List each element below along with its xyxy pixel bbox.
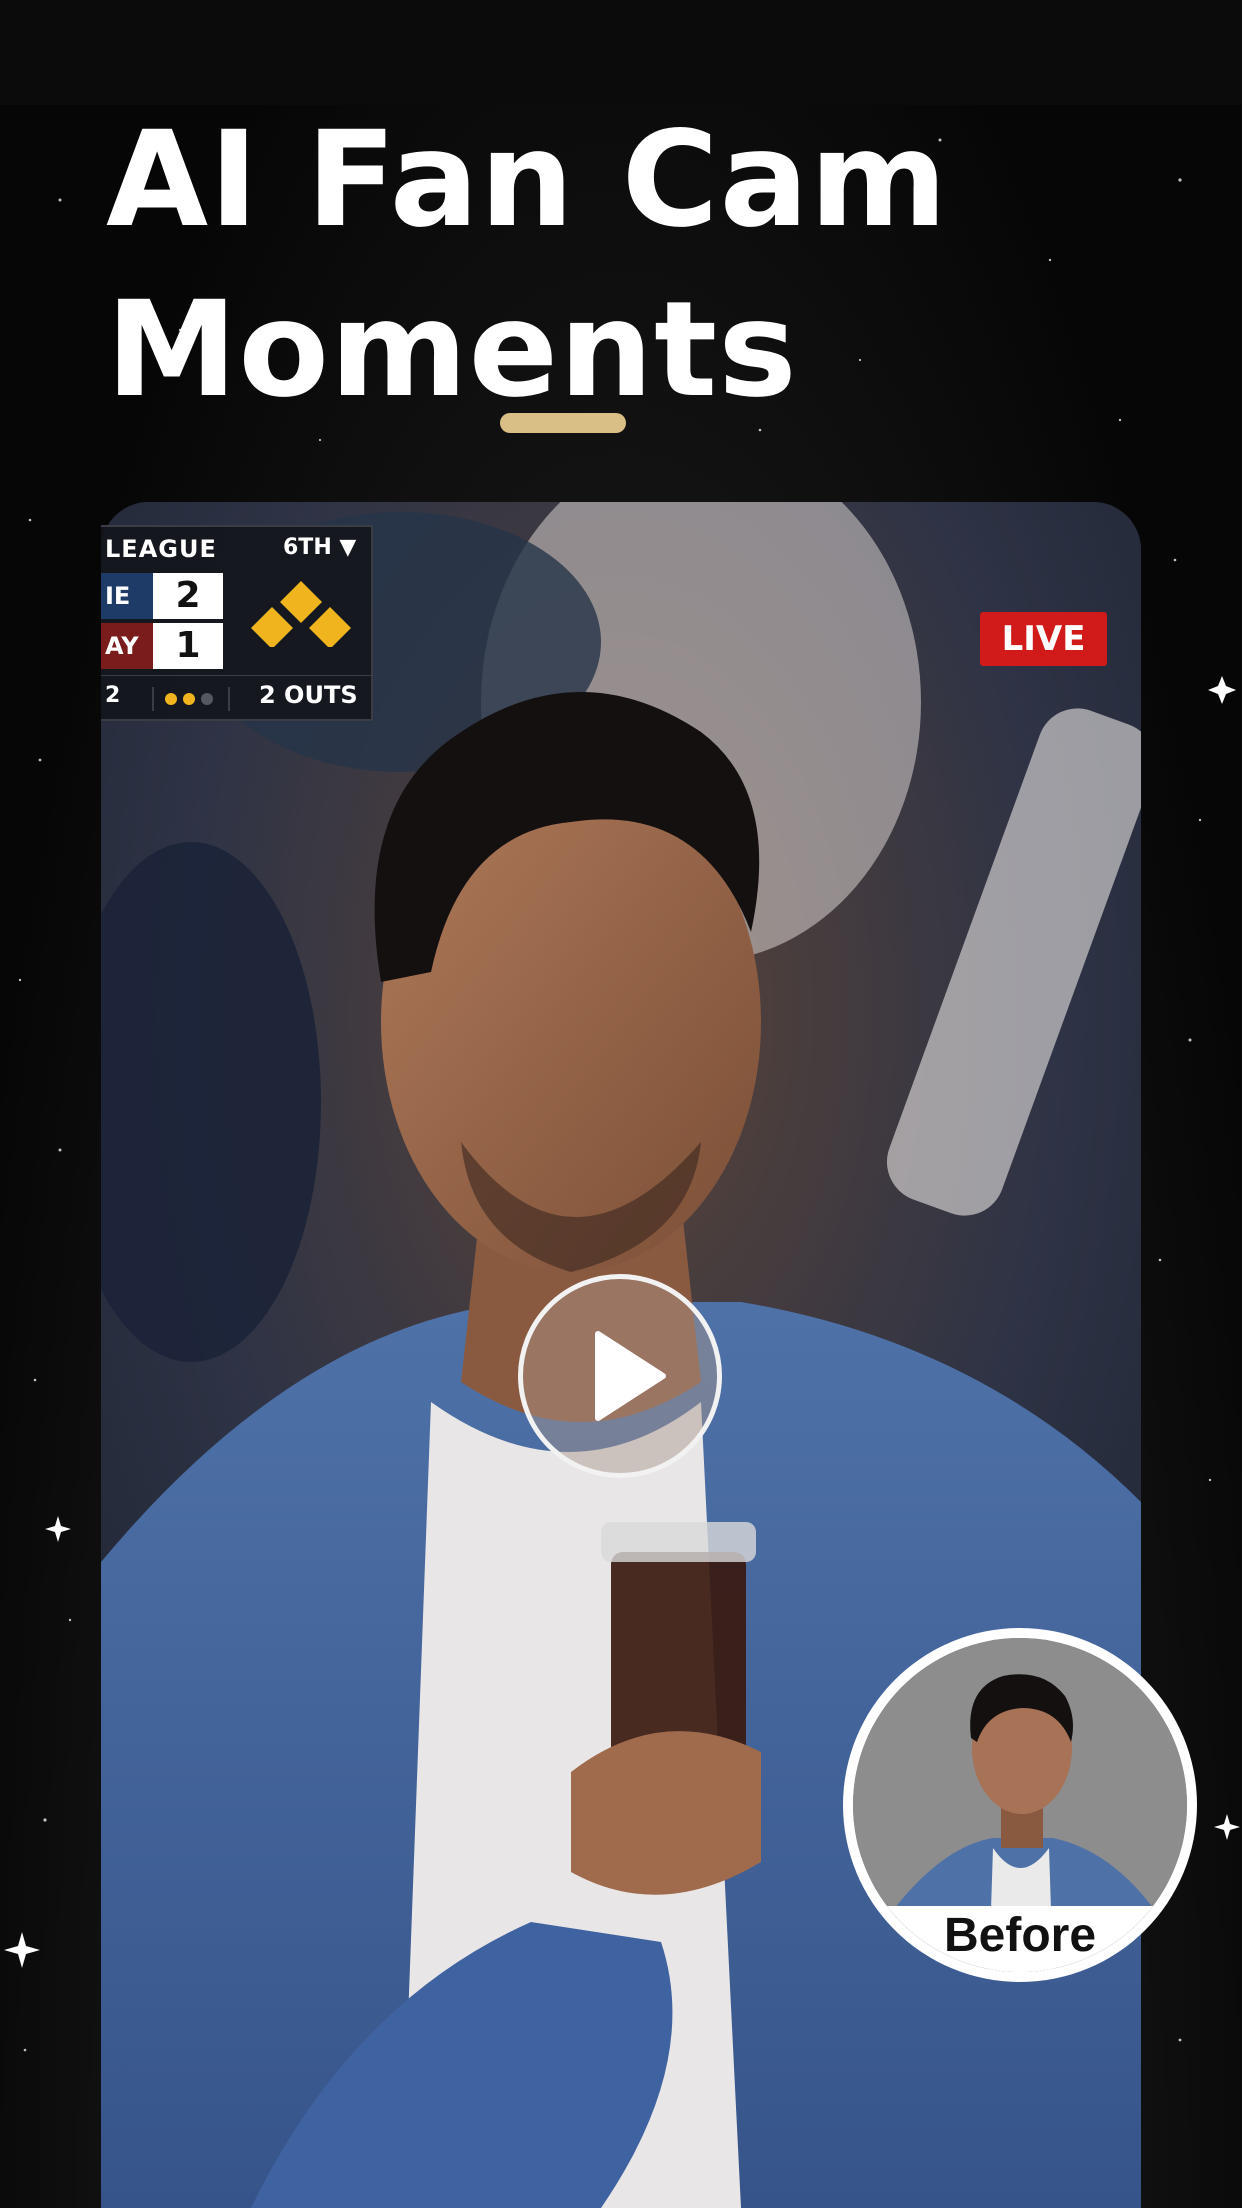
count-dots-icon — [152, 687, 230, 711]
league-label: LEAGUE — [105, 535, 217, 563]
status-bar — [0, 0, 1242, 105]
title-line-1: AI Fan Cam — [106, 103, 949, 257]
outs-label: 2 OUTS — [259, 681, 358, 709]
scoreboard-overlay: LEAGUE 6TH ▼ IE 2 AY 1 2 2 OUTS — [101, 525, 373, 721]
promo-screen: AI Fan Cam Moments LEAGUE 6TH ▼ IE 2 AY … — [0, 0, 1242, 2208]
bases-diamond-icon — [251, 581, 351, 647]
away-score: 1 — [153, 623, 223, 669]
inning-label: 6TH ▼ — [283, 535, 357, 560]
accent-divider — [500, 413, 626, 433]
live-badge: LIVE — [980, 612, 1107, 666]
scoreboard-divider — [101, 675, 371, 676]
before-label: Before — [853, 1906, 1187, 1972]
before-photo: Before — [853, 1638, 1187, 1972]
before-thumbnail[interactable]: Before — [843, 1628, 1197, 1982]
away-team-label: AY — [101, 623, 155, 669]
play-icon — [595, 1331, 666, 1421]
page-title: AI Fan Cam Moments — [106, 95, 1106, 435]
title-line-2: Moments — [106, 273, 798, 427]
play-button[interactable] — [518, 1274, 722, 1478]
home-team-label: IE — [101, 573, 155, 619]
home-score: 2 — [153, 573, 223, 619]
inning-number: 2 — [105, 683, 121, 708]
